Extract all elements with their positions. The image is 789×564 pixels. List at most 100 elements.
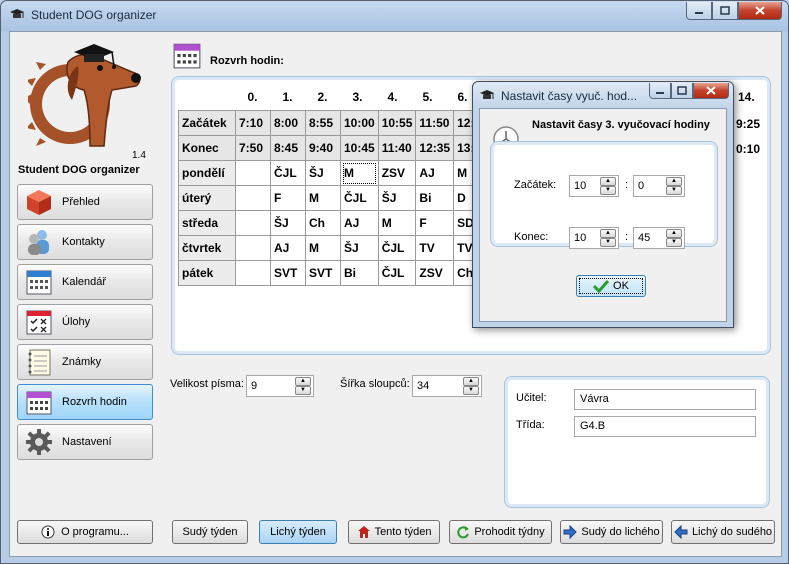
table-cell[interactable]: TV bbox=[415, 235, 455, 261]
sidebar-item-ulohy[interactable]: Úlohy bbox=[17, 304, 153, 340]
table-row: pondělí ČJL ŠJ M ZSV AJ M bbox=[178, 160, 490, 186]
spin-down-icon[interactable]: ▼ bbox=[295, 386, 311, 395]
calendar-icon bbox=[26, 270, 52, 295]
table-cell[interactable] bbox=[235, 185, 271, 211]
this-week-button[interactable]: Tento týden bbox=[348, 520, 440, 544]
table-cell[interactable]: ZSV bbox=[415, 260, 455, 286]
spin-up-icon[interactable]: ▲ bbox=[600, 177, 616, 186]
ok-button[interactable]: OK bbox=[576, 275, 646, 297]
table-cell[interactable]: AJ bbox=[340, 210, 379, 236]
table-cell-selected[interactable]: M bbox=[340, 160, 379, 186]
spin-down-icon[interactable]: ▼ bbox=[600, 186, 616, 195]
title-bar[interactable]: Student DOG organizer bbox=[1, 1, 788, 29]
start-hour-stepper[interactable]: 10 ▲ ▼ bbox=[569, 175, 619, 197]
table-cell[interactable]: F bbox=[270, 185, 306, 211]
sidebar-item-nastaveni[interactable]: Nastavení bbox=[17, 424, 153, 460]
table-cell[interactable]: 8:55 bbox=[305, 110, 341, 136]
table-cell[interactable]: SVT bbox=[270, 260, 306, 286]
table-cell[interactable]: 11:50 bbox=[415, 110, 455, 136]
column-width-stepper[interactable]: 34 ▲ ▼ bbox=[412, 375, 482, 397]
spin-up-icon[interactable]: ▲ bbox=[666, 229, 682, 238]
table-cell[interactable]: AJ bbox=[270, 235, 306, 261]
table-cell[interactable]: Bi bbox=[415, 185, 455, 211]
sidebar-item-kalendar[interactable]: Kalendář bbox=[17, 264, 153, 300]
table-cell[interactable]: 11:40 bbox=[377, 135, 417, 161]
spin-down-icon[interactable]: ▼ bbox=[463, 386, 479, 395]
table-cell[interactable]: ČJL bbox=[377, 235, 417, 261]
table-cell[interactable]: ŠJ bbox=[377, 185, 417, 211]
end-minute-stepper[interactable]: 45 ▲ ▼ bbox=[633, 227, 685, 249]
table-cell[interactable]: ČJL bbox=[377, 260, 417, 286]
table-cell-clipped[interactable]: 9:25 bbox=[736, 117, 760, 131]
info-icon bbox=[41, 525, 55, 539]
spin-down-icon[interactable]: ▼ bbox=[666, 238, 682, 247]
window-title: Student DOG organizer bbox=[31, 8, 157, 22]
close-button[interactable] bbox=[738, 2, 782, 20]
minimize-icon bbox=[695, 11, 703, 14]
table-cell[interactable]: 8:00 bbox=[270, 110, 306, 136]
font-size-label: Velikost písma: bbox=[170, 378, 244, 390]
even-week-button[interactable]: Sudý týden bbox=[172, 520, 248, 544]
sidebar-item-prehled[interactable]: Přehled bbox=[17, 184, 153, 220]
table-cell[interactable]: ŠJ bbox=[270, 210, 306, 236]
table-cell[interactable]: ČJL bbox=[340, 185, 379, 211]
table-cell[interactable] bbox=[235, 160, 271, 186]
table-cell[interactable]: 8:45 bbox=[270, 135, 306, 161]
table-cell[interactable] bbox=[235, 235, 271, 261]
row-label: úterý bbox=[178, 185, 236, 211]
table-cell[interactable]: ČJL bbox=[270, 160, 306, 186]
about-button[interactable]: O programu... bbox=[17, 520, 153, 544]
table-cell[interactable]: 9:40 bbox=[305, 135, 341, 161]
table-cell[interactable]: M bbox=[377, 210, 417, 236]
table-cell[interactable]: Ch bbox=[305, 210, 341, 236]
table-cell[interactable]: ŠJ bbox=[305, 160, 341, 186]
table-cell[interactable]: ZSV bbox=[377, 160, 417, 186]
table-cell[interactable]: 12:35 bbox=[415, 135, 455, 161]
table-cell[interactable]: M bbox=[305, 235, 341, 261]
table-cell[interactable]: Bi bbox=[340, 260, 379, 286]
table-cell[interactable]: 10:45 bbox=[340, 135, 379, 161]
sidebar-item-kontakty[interactable]: Kontakty bbox=[17, 224, 153, 260]
spin-down-icon[interactable]: ▼ bbox=[666, 186, 682, 195]
table-cell[interactable]: ŠJ bbox=[340, 235, 379, 261]
maximize-button[interactable] bbox=[712, 2, 738, 20]
table-row: Začátek 7:10 8:00 8:55 10:00 10:55 11:50… bbox=[178, 110, 490, 136]
table-cell-clipped[interactable]: 0:10 bbox=[736, 142, 760, 156]
spin-up-icon[interactable]: ▲ bbox=[666, 177, 682, 186]
odd-week-button[interactable]: Lichý týden bbox=[259, 520, 337, 544]
sidebar-item-label: Nastavení bbox=[62, 436, 112, 448]
schedule-table: Začátek 7:10 8:00 8:55 10:00 10:55 11:50… bbox=[178, 110, 490, 286]
table-cell[interactable] bbox=[235, 210, 271, 236]
table-cell[interactable]: 7:10 bbox=[235, 110, 271, 136]
minimize-button[interactable] bbox=[686, 2, 712, 20]
spin-up-icon[interactable]: ▲ bbox=[600, 229, 616, 238]
even-to-odd-button[interactable]: Sudý do lichého bbox=[560, 520, 663, 544]
table-cell[interactable]: 10:55 bbox=[377, 110, 417, 136]
teacher-input[interactable]: Vávra bbox=[574, 389, 756, 410]
spin-down-icon[interactable]: ▼ bbox=[600, 238, 616, 247]
odd-to-even-button[interactable]: Lichý do sudého bbox=[671, 520, 775, 544]
table-cell[interactable] bbox=[235, 260, 271, 286]
spin-up-icon[interactable]: ▲ bbox=[295, 377, 311, 386]
font-size-stepper[interactable]: 9 ▲ ▼ bbox=[246, 375, 314, 397]
spin-up-icon[interactable]: ▲ bbox=[463, 377, 479, 386]
end-hour-stepper[interactable]: 10 ▲ ▼ bbox=[569, 227, 619, 249]
dialog-minimize-button[interactable] bbox=[649, 83, 671, 99]
dialog-maximize-button[interactable] bbox=[671, 83, 693, 99]
button-label: Lichý do sudého bbox=[691, 526, 773, 538]
dialog-close-button[interactable] bbox=[693, 83, 729, 99]
table-cell[interactable]: 7:50 bbox=[235, 135, 271, 161]
start-minute-stepper[interactable]: 0 ▲ ▼ bbox=[633, 175, 685, 197]
dialog-heading: Nastavit časy 3. vyučovací hodiny bbox=[532, 119, 710, 131]
gear-icon bbox=[26, 429, 52, 455]
table-cell[interactable]: AJ bbox=[415, 160, 455, 186]
class-input[interactable]: G4.B bbox=[574, 416, 756, 437]
sidebar-item-znamky[interactable]: Známky bbox=[17, 344, 153, 380]
table-cell[interactable]: F bbox=[415, 210, 455, 236]
table-cell[interactable]: SVT bbox=[305, 260, 341, 286]
swap-weeks-button[interactable]: Prohodit týdny bbox=[449, 520, 552, 544]
start-minute-value: 0 bbox=[638, 180, 645, 192]
table-cell[interactable]: M bbox=[305, 185, 341, 211]
sidebar-item-rozvrh-hodin[interactable]: Rozvrh hodin bbox=[17, 384, 153, 420]
table-cell[interactable]: 10:00 bbox=[340, 110, 379, 136]
